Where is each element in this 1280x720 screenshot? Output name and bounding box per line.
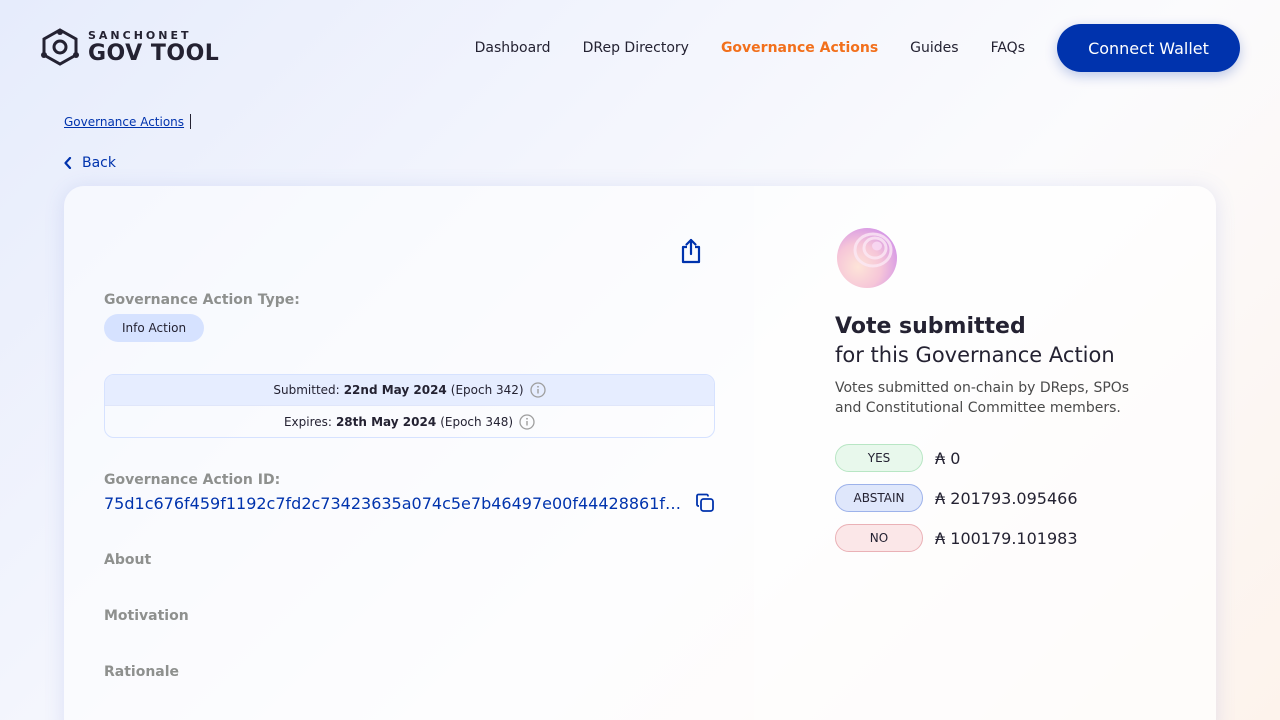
expires-epoch: (Epoch 348) (440, 414, 514, 429)
submitted-prefix: Submitted: (273, 383, 340, 397)
governance-action-card: Governance Action Type: Info Action Subm… (64, 186, 1216, 720)
info-icon[interactable] (519, 413, 535, 430)
no-chip: NO (835, 524, 923, 552)
submitted-epoch: (Epoch 342) (450, 383, 524, 397)
nav-governance-actions[interactable]: Governance Actions (721, 40, 878, 56)
info-icon[interactable] (529, 382, 546, 398)
logo-big-text: GOV TOOL (88, 40, 220, 66)
vote-abstain-row: ABSTAIN ₳ 201793.095466 (835, 484, 1078, 512)
breadcrumb: Governance Actions (64, 114, 192, 129)
yes-value: ₳ 0 (935, 448, 961, 468)
header: SANCHONET GOV TOOL Dashboard DRep Direct… (0, 0, 1280, 96)
vote-no-row: NO ₳ 100179.101983 (835, 524, 1078, 552)
no-value: ₳ 100179.101983 (935, 528, 1078, 548)
vote-description: Votes submitted on-chain by DReps, SPOs … (835, 380, 1130, 416)
copy-icon[interactable] (695, 493, 715, 513)
submitted-row: Submitted: 22nd May 2024 (Epoch 342) (105, 375, 714, 406)
vote-title: Vote submitted (835, 314, 1026, 339)
dates-box: Submitted: 22nd May 2024 (Epoch 342) Exp… (104, 374, 715, 438)
nav-faqs[interactable]: FAQs (991, 40, 1025, 56)
connect-wallet-button[interactable]: Connect Wallet (1057, 24, 1240, 72)
chevron-left-icon (64, 157, 72, 169)
rationale-label: Rationale (104, 664, 180, 680)
logo[interactable]: SANCHONET GOV TOOL (40, 28, 219, 66)
back-button[interactable]: Back (64, 155, 116, 171)
vote-yes-row: YES ₳ 0 (835, 444, 960, 472)
action-id-value[interactable]: 75d1c676f459f1192c7fd2c73423635a074c5e7b… (104, 494, 684, 513)
abstain-value: ₳ 201793.095466 (935, 488, 1078, 508)
yes-chip: YES (835, 444, 923, 472)
action-id-label: Governance Action ID: (104, 472, 281, 488)
expires-row: Expires: 28th May 2024 (Epoch 348) (105, 406, 714, 437)
expires-prefix: Expires: (283, 414, 332, 429)
vote-panel: Vote submitted for this Governance Actio… (754, 186, 1216, 720)
vote-submitted-illustration (837, 228, 897, 288)
nav-guides[interactable]: Guides (910, 40, 958, 56)
logo-icon (41, 28, 79, 66)
breadcrumb-governance-actions[interactable]: Governance Actions (64, 115, 184, 129)
about-label: About (104, 552, 152, 568)
breadcrumb-separator (190, 114, 192, 129)
abstain-chip: ABSTAIN (835, 484, 923, 512)
share-icon[interactable] (680, 238, 702, 264)
action-type-chip: Info Action (104, 314, 205, 342)
logo-small-text: SANCHONET (88, 28, 192, 42)
back-label: Back (82, 155, 116, 171)
expires-date: 28th May 2024 (335, 414, 437, 429)
vote-subtitle: for this Governance Action (835, 343, 1115, 367)
action-type-label: Governance Action Type: (104, 292, 300, 308)
motivation-label: Motivation (104, 608, 189, 624)
nav-drep-directory[interactable]: DRep Directory (583, 40, 689, 56)
submitted-date: 22nd May 2024 (343, 383, 447, 397)
main-nav: Dashboard DRep Directory Governance Acti… (475, 24, 1240, 72)
nav-dashboard[interactable]: Dashboard (475, 40, 551, 56)
action-id-row: 75d1c676f459f1192c7fd2c73423635a074c5e7b… (104, 493, 715, 513)
action-details: Governance Action Type: Info Action Subm… (64, 186, 754, 720)
